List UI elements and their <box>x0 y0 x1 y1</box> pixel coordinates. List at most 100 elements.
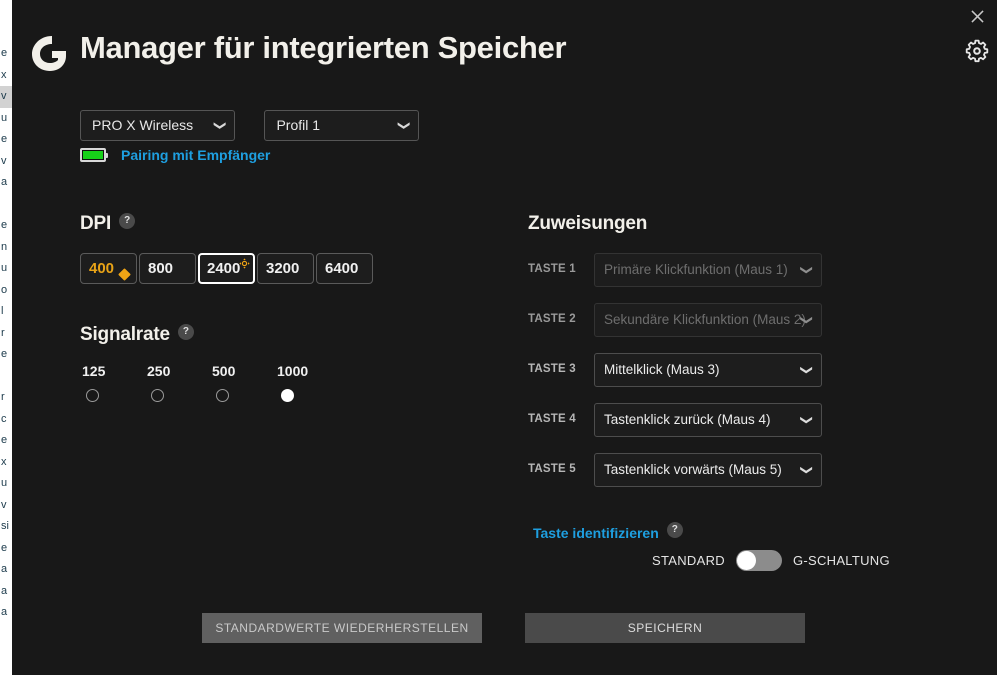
background-text-fragment <box>0 194 12 216</box>
background-text-fragment: v <box>0 151 12 173</box>
background-text-fragment <box>0 22 12 44</box>
identify-button-link[interactable]: Taste identifizieren <box>533 525 659 541</box>
mode-toggle-right-label: G-SCHALTUNG <box>793 553 890 568</box>
help-icon[interactable]: ? <box>667 522 683 538</box>
dpi-section-heading: DPI? <box>80 213 135 235</box>
background-text-fragment: r <box>0 323 12 345</box>
report-rate-option-125[interactable]: 125 <box>80 363 145 402</box>
ghub-onboard-memory-window: Manager für integrierten Speicher PRO X … <box>12 0 997 675</box>
dpi-stage-2400[interactable]: 2400 <box>198 253 255 284</box>
help-icon[interactable]: ? <box>119 213 135 229</box>
mode-toggle-left-label: STANDARD <box>652 553 725 568</box>
assignment-select-taste-5[interactable]: Tastenklick vorwärts (Maus 5) ❯ <box>594 453 822 487</box>
dpi-heading-label: DPI <box>80 213 111 234</box>
report-rate-section-heading: Signalrate? <box>80 324 194 346</box>
background-text-fragment: si <box>0 516 12 538</box>
close-icon[interactable] <box>965 4 989 28</box>
help-icon[interactable]: ? <box>178 324 194 340</box>
dpi-stage-value: 2400 <box>207 255 240 282</box>
report-rate-option-list: 1252505001000 <box>80 363 340 402</box>
background-text-fragment: a <box>0 602 12 624</box>
report-rate-option-label: 500 <box>210 363 275 379</box>
pairing-link[interactable]: Pairing mit Empfänger <box>121 147 270 163</box>
report-rate-option-250[interactable]: 250 <box>145 363 210 402</box>
report-rate-option-label: 1000 <box>275 363 340 379</box>
sensor-default-icon <box>239 256 250 267</box>
assignments-section-heading: Zuweisungen <box>528 213 647 235</box>
background-text-fragment: a <box>0 581 12 603</box>
restore-defaults-button[interactable]: STANDARDWERTE WIEDERHERSTELLEN <box>202 613 482 643</box>
assignment-select-value: Tastenklick zurück (Maus 4) <box>604 404 771 436</box>
report-rate-heading-label: Signalrate <box>80 324 170 345</box>
gear-icon[interactable] <box>962 36 992 66</box>
dpi-stage-3200[interactable]: 3200 <box>257 253 314 284</box>
dpi-stage-value: 6400 <box>325 254 358 283</box>
device-select-value: PRO X Wireless <box>92 111 193 140</box>
selector-row: PRO X Wireless ❯ Profil 1 ❯ <box>80 110 419 141</box>
dpi-stage-800[interactable]: 800 <box>139 253 196 284</box>
dpi-stage-list: 400 800 2400 3200 6400 <box>80 253 375 284</box>
background-text-fragment: u <box>0 108 12 130</box>
identify-button-row: Taste identifizieren ? <box>533 525 683 541</box>
dpi-stage-6400[interactable]: 6400 <box>316 253 373 284</box>
background-text-fragment: n <box>0 237 12 259</box>
page-title: Manager für integrierten Speicher <box>80 30 566 66</box>
dpi-stage-400[interactable]: 400 <box>80 253 137 284</box>
background-text-fragment: a <box>0 172 12 194</box>
background-text-fragment: x <box>0 452 12 474</box>
chevron-down-icon: ❯ <box>390 120 419 130</box>
background-text-fragment: a <box>0 559 12 581</box>
report-rate-option-label: 250 <box>145 363 210 379</box>
device-select[interactable]: PRO X Wireless ❯ <box>80 110 235 141</box>
background-text-fragment: e <box>0 215 12 237</box>
assignment-select-taste-3[interactable]: Mittelklick (Maus 3) ❯ <box>594 353 822 387</box>
chevron-down-icon: ❯ <box>205 120 234 130</box>
save-button[interactable]: SPEICHERN <box>525 613 805 643</box>
assignment-select-value: Sekundäre Klickfunktion (Maus 2) <box>604 304 806 336</box>
report-rate-option-label: 125 <box>80 363 145 379</box>
radio-button-icon[interactable] <box>281 389 294 402</box>
background-text-fragment: v <box>0 495 12 517</box>
background-text-fragment: v <box>0 86 12 108</box>
dpi-stage-value: 800 <box>148 254 173 283</box>
radio-button-icon[interactable] <box>86 389 99 402</box>
assignment-select-value: Mittelklick (Maus 3) <box>604 354 720 386</box>
background-window-sliver: exvueva enuolre rcexuvsieaaa <box>0 0 12 675</box>
chevron-down-icon: ❯ <box>791 465 823 475</box>
assignment-key-label: TASTE 4 <box>528 413 584 425</box>
background-text-fragment: e <box>0 129 12 151</box>
mode-toggle-knob <box>737 551 756 570</box>
background-text-fragment <box>0 0 12 22</box>
report-rate-option-1000[interactable]: 1000 <box>275 363 340 402</box>
background-text-fragment: l <box>0 301 12 323</box>
background-text-fragment: o <box>0 280 12 302</box>
profile-select[interactable]: Profil 1 ❯ <box>264 110 419 141</box>
radio-button-icon[interactable] <box>216 389 229 402</box>
background-text-fragment: e <box>0 344 12 366</box>
dpi-stage-value: 3200 <box>266 254 299 283</box>
background-text-fragment: x <box>0 65 12 87</box>
assignment-select-value: Tastenklick vorwärts (Maus 5) <box>604 454 782 486</box>
background-text-fragment: u <box>0 473 12 495</box>
chevron-down-icon: ❯ <box>791 265 823 275</box>
battery-full-icon <box>80 148 106 162</box>
radio-button-icon[interactable] <box>151 389 164 402</box>
mode-toggle-row: STANDARD G-SCHALTUNG <box>652 550 890 571</box>
assignment-key-label: TASTE 3 <box>528 363 584 375</box>
logitech-g-logo <box>22 27 74 79</box>
chevron-down-icon: ❯ <box>791 415 823 425</box>
background-text-fragment: e <box>0 430 12 452</box>
assignment-select-taste-4[interactable]: Tastenklick zurück (Maus 4) ❯ <box>594 403 822 437</box>
pairing-status-row: Pairing mit Empfänger <box>80 147 270 163</box>
chevron-down-icon: ❯ <box>791 365 823 375</box>
background-text-fragment <box>0 366 12 388</box>
background-text-fragment: e <box>0 43 12 65</box>
report-rate-option-500[interactable]: 500 <box>210 363 275 402</box>
background-text-fragment: r <box>0 387 12 409</box>
mode-toggle-switch[interactable] <box>736 550 782 571</box>
background-text-fragment: c <box>0 409 12 431</box>
dpi-stage-value: 400 <box>89 254 114 283</box>
assignment-key-label: TASTE 2 <box>528 313 584 325</box>
assignment-select-value: Primäre Klickfunktion (Maus 1) <box>604 254 788 286</box>
background-text-fragment: u <box>0 258 12 280</box>
